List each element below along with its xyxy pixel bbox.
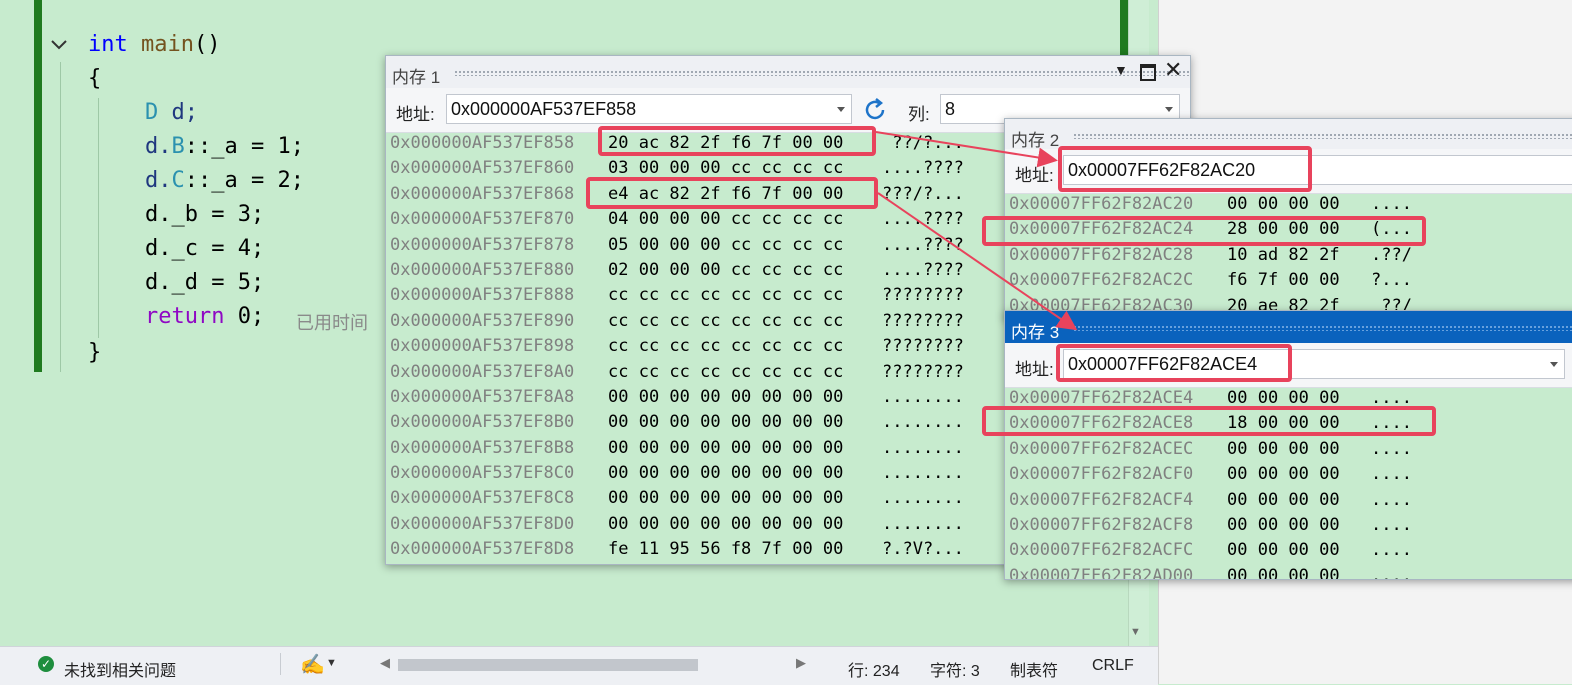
scroll-thumb[interactable] bbox=[398, 659, 698, 671]
indent-mode[interactable]: 制表符 bbox=[1010, 657, 1058, 681]
line-number[interactable]: 行: 234 bbox=[848, 657, 900, 681]
issues-status[interactable]: 未找到相关问题 bbox=[64, 657, 176, 681]
check-circle-icon: ✓ bbox=[38, 656, 54, 672]
char-number[interactable]: 字符: 3 bbox=[930, 657, 980, 681]
horizontal-scrollbar[interactable] bbox=[398, 656, 796, 672]
brush-dropdown-icon[interactable]: ▼ bbox=[326, 657, 337, 669]
scroll-left-icon[interactable]: ◀ bbox=[380, 655, 390, 671]
cleanup-brush-icon[interactable]: ✍ bbox=[300, 652, 325, 677]
scroll-right-icon[interactable]: ▶ bbox=[796, 655, 806, 671]
annotation-arrows bbox=[875, 131, 1078, 331]
divider bbox=[280, 653, 281, 675]
arrow-to-memory3 bbox=[877, 192, 1078, 331]
arrow-to-memory2 bbox=[875, 131, 1058, 168]
line-ending[interactable]: CRLF bbox=[1092, 657, 1134, 675]
status-bar: ✓ 未找到相关问题 ✍ ▼ ◀ ▶ 行: 234 字符: 3 制表符 CRLF bbox=[0, 646, 1158, 685]
